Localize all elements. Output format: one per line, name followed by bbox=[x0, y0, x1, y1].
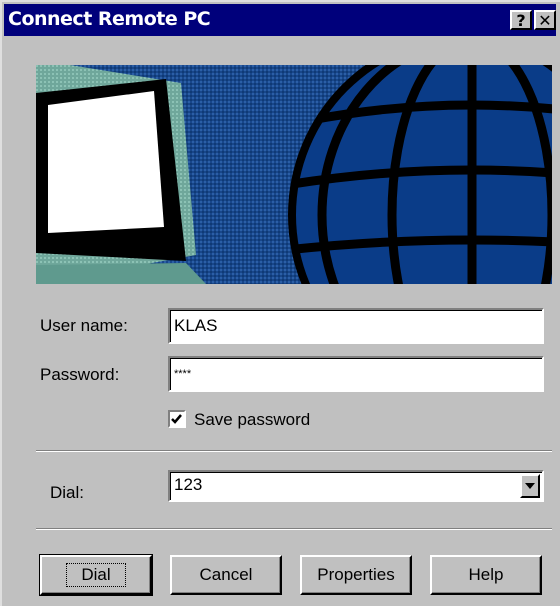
properties-button[interactable]: Properties bbox=[300, 555, 412, 595]
cancel-button-label: Cancel bbox=[199, 565, 253, 584]
divider bbox=[36, 450, 552, 452]
banner-image bbox=[36, 65, 552, 284]
divider bbox=[36, 528, 552, 530]
help-button-label: Help bbox=[468, 565, 504, 584]
computer-globe-illustration-icon bbox=[36, 65, 552, 284]
help-icon: ? bbox=[516, 10, 526, 30]
dial-button[interactable]: Dial bbox=[39, 554, 153, 596]
dial-label: Dial: bbox=[50, 483, 85, 502]
password-field[interactable] bbox=[168, 356, 544, 392]
username-label: User name: bbox=[40, 316, 128, 335]
close-button[interactable]: ✕ bbox=[534, 10, 556, 30]
close-icon: ✕ bbox=[538, 10, 552, 30]
window-title: Connect Remote PC bbox=[8, 8, 211, 30]
cancel-button[interactable]: Cancel bbox=[170, 555, 282, 595]
help-button[interactable]: Help bbox=[430, 555, 542, 595]
password-label: Password: bbox=[40, 365, 120, 384]
dial-value: 123 bbox=[174, 475, 203, 494]
dial-dropdown-button[interactable] bbox=[520, 474, 540, 498]
dial-button-label: Dial bbox=[66, 563, 126, 587]
properties-button-label: Properties bbox=[317, 565, 395, 584]
title-bar[interactable]: Connect Remote PC ? ✕ bbox=[4, 4, 556, 36]
checkmark-icon bbox=[171, 414, 182, 424]
dial-combobox[interactable]: 123 bbox=[168, 470, 544, 502]
username-field[interactable] bbox=[168, 308, 544, 344]
save-password-checkbox[interactable] bbox=[168, 410, 186, 428]
connect-dialog: Connect Remote PC ? ✕ User name: KLAS Pa… bbox=[0, 0, 560, 606]
chevron-down-icon bbox=[525, 483, 535, 489]
save-password-label[interactable]: Save password bbox=[194, 410, 310, 430]
help-title-button[interactable]: ? bbox=[510, 10, 532, 30]
